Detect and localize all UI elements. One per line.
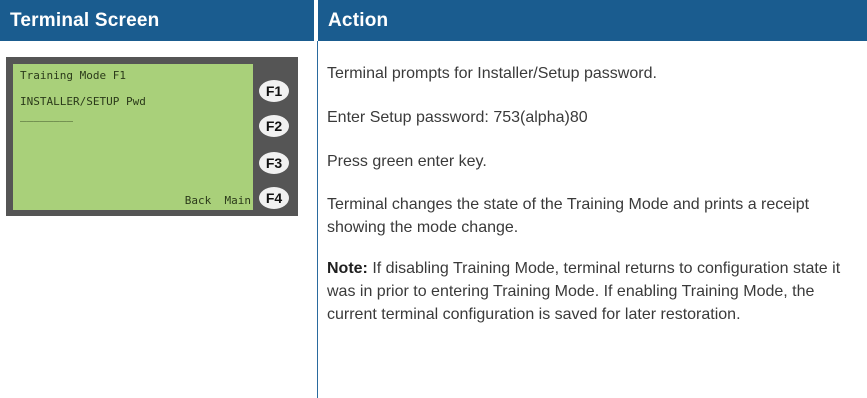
f4-key: F4: [259, 187, 289, 209]
terminal-device: Training Mode F1 INSTALLER/SETUP Pwd ___…: [6, 57, 298, 216]
note-text: If disabling Training Mode, terminal ret…: [327, 260, 841, 323]
header-action-label: Action: [328, 10, 389, 31]
action-step-2: Enter Setup password: 753(alpha)80: [327, 109, 588, 126]
lcd-line-prompt: INSTALLER/SETUP Pwd: [20, 95, 146, 108]
action-step-1: Terminal prompts for Installer/Setup pas…: [327, 65, 657, 82]
action-step-3: Press green enter key.: [327, 153, 487, 170]
table-header: Terminal Screen Action: [0, 0, 867, 41]
f2-key: F2: [259, 115, 289, 137]
terminal-lcd-screen: Training Mode F1 INSTALLER/SETUP Pwd ___…: [13, 64, 253, 210]
lcd-line-password-entry: ________: [20, 109, 73, 122]
f1-key: F1: [259, 80, 289, 102]
action-step-4: Terminal changes the state of the Traini…: [327, 196, 810, 236]
action-note: Note: If disabling Training Mode, termin…: [327, 257, 857, 326]
lcd-softkey-labels: Back Main: [184, 194, 251, 207]
note-label: Note:: [327, 260, 368, 277]
column-divider: [317, 41, 318, 398]
lcd-line-title: Training Mode F1: [20, 69, 126, 82]
f3-key: F3: [259, 152, 289, 174]
header-terminal-screen-label: Terminal Screen: [10, 10, 160, 31]
header-terminal-screen: Terminal Screen: [0, 0, 314, 41]
header-action: Action: [318, 0, 867, 41]
